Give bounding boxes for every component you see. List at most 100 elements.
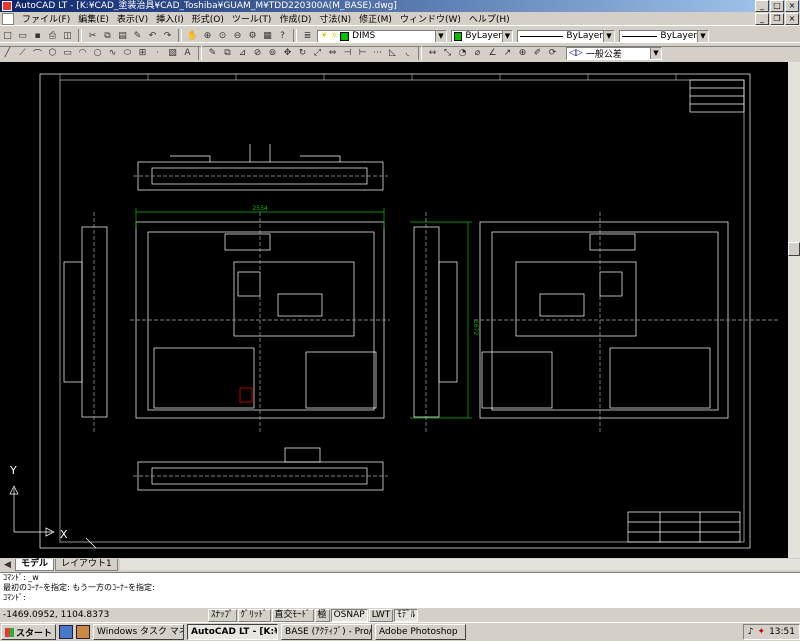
tolerance-icon[interactable]: ⊕ [516,47,529,60]
zoom-previous-icon[interactable]: ⊖ [231,30,244,43]
close-button[interactable]: × [785,0,799,12]
menu-insert[interactable]: 挿入(I) [152,12,188,25]
document-icon[interactable] [2,12,14,25]
vertical-scrollbar[interactable] [788,62,800,558]
open-icon[interactable]: ▭ [16,30,29,43]
chevron-down-icon[interactable]: ▼ [435,30,446,42]
leader-icon[interactable]: ↗ [501,47,514,60]
redo-icon[interactable]: ↷ [161,30,174,43]
array-icon[interactable]: ⊚ [266,47,279,60]
menu-draw[interactable]: 作成(D) [275,12,315,25]
undo-icon[interactable]: ↶ [146,30,159,43]
ellipse-icon[interactable]: ⬭ [121,47,134,60]
match-properties-icon[interactable]: ✎ [131,30,144,43]
print-icon[interactable]: ⎙ [46,30,59,43]
grid-toggle[interactable]: ｸﾞﾘｯﾄﾞ [237,608,271,622]
new-icon[interactable]: □ [1,30,14,43]
task-autocad[interactable]: AutoCAD LT - [K:¥C... [187,624,279,640]
start-button[interactable]: スタート [1,624,57,640]
tab-nav-icon[interactable]: ◀ [1,558,14,571]
command-prompt[interactable]: ｺﾏﾝﾄﾞ: [3,593,800,603]
task-photoshop[interactable]: Adobe Photoshop [375,624,467,640]
polygon-icon[interactable]: ⬡ [46,47,59,60]
polar-toggle[interactable]: 極 [314,608,330,622]
paste-icon[interactable]: ▤ [116,30,129,43]
break-icon[interactable]: ⋯ [371,47,384,60]
copy-object-icon[interactable]: ⧉ [221,47,234,60]
arc-icon[interactable]: ◠ [76,47,89,60]
trim-icon[interactable]: ⊣ [341,47,354,60]
horizontal-scrollbar[interactable] [120,559,800,570]
task-proe[interactable]: BASE (ｱｸﾃｨﾌﾞ) - Pro/E... [281,624,373,640]
tab-model[interactable]: モデル [15,558,55,571]
move-icon[interactable]: ✥ [281,47,294,60]
menu-tools[interactable]: ツール(T) [228,12,276,25]
zoom-realtime-icon[interactable]: ⊕ [201,30,214,43]
lwt-toggle[interactable]: LWT [368,608,394,622]
task-task-manager[interactable]: Windows タスク マネージャ [93,624,185,640]
quick-launch-icon[interactable] [76,625,91,639]
mirror-icon[interactable]: ⊿ [236,47,249,60]
menu-file[interactable]: ファイル(F) [18,12,74,25]
menu-edit[interactable]: 編集(E) [74,12,113,25]
rotate-icon[interactable]: ↻ [296,47,309,60]
drawing-canvas[interactable]: 2534 1672 Y X [0,62,788,558]
scale-icon[interactable]: ⤢ [311,47,324,60]
preview-icon[interactable]: ◫ [61,30,74,43]
scrollbar-thumb[interactable] [788,242,800,256]
dimstyle-dropdown[interactable]: ◁▷ 一般公差 ▼ [566,46,662,60]
menu-window[interactable]: ウィンドウ(W) [396,12,465,25]
design-center-icon[interactable]: ▦ [261,30,274,43]
point-icon[interactable]: · [151,47,164,60]
rectangle-icon[interactable]: ▭ [61,47,74,60]
insert-block-icon[interactable]: ⊞ [136,47,149,60]
menu-view[interactable]: 表示(V) [113,12,152,25]
network-icon[interactable]: ✦ [758,627,766,637]
minimize-button[interactable]: _ [755,0,769,12]
maximize-button[interactable]: □ [770,0,784,12]
extend-icon[interactable]: ⊢ [356,47,369,60]
ortho-toggle[interactable]: 直交ﾓｰﾄﾞ [271,608,314,622]
doc-minimize-button[interactable]: _ [755,12,769,25]
dim-angular-icon[interactable]: ∠ [486,47,499,60]
doc-close-button[interactable]: × [785,12,799,25]
offset-icon[interactable]: ⊘ [251,47,264,60]
erase-icon[interactable]: ✎ [206,47,219,60]
polyline-icon[interactable]: ⌒ [31,47,44,60]
menu-dimension[interactable]: 寸法(N) [315,12,355,25]
chamfer-icon[interactable]: ◺ [386,47,399,60]
spline-icon[interactable]: ∿ [106,47,119,60]
zoom-window-icon[interactable]: ⊙ [216,30,229,43]
chevron-down-icon[interactable]: ▼ [501,30,512,42]
dim-aligned-icon[interactable]: ⤡ [441,47,454,60]
save-icon[interactable]: ▪ [31,30,44,43]
dim-edit-icon[interactable]: ✐ [531,47,544,60]
menu-help[interactable]: ヘルプ(H) [465,12,514,25]
copy-icon[interactable]: ⧉ [101,30,114,43]
tab-layout1[interactable]: レイアウト1 [55,558,118,571]
fillet-icon[interactable]: ◟ [401,47,414,60]
quick-launch-icon[interactable] [59,625,74,639]
dim-linear-icon[interactable]: ↔ [426,47,439,60]
layer-dropdown[interactable]: ☀ ☼ DIMS ▼ [317,29,447,43]
pan-icon[interactable]: ✋ [186,30,199,43]
menu-modify[interactable]: 修正(M) [355,12,396,25]
line-icon[interactable]: ╱ [1,47,14,60]
menu-format[interactable]: 形式(O) [188,12,228,25]
help-icon[interactable]: ? [276,30,289,43]
osnap-toggle[interactable]: OSNAP [330,608,368,622]
dim-update-icon[interactable]: ⟳ [546,47,559,60]
lineweight-dropdown[interactable]: ByLayer ▼ [619,29,709,43]
hatch-icon[interactable]: ▧ [166,47,179,60]
dim-radius-icon[interactable]: ◔ [456,47,469,60]
chevron-down-icon[interactable]: ▼ [697,30,708,42]
stretch-icon[interactable]: ⇔ [326,47,339,60]
chevron-down-icon[interactable]: ▼ [650,47,661,59]
text-icon[interactable]: A [181,47,194,60]
chevron-down-icon[interactable]: ▼ [603,30,614,42]
doc-restore-button[interactable]: ❐ [770,12,784,25]
linetype-dropdown[interactable]: ByLayer ▼ [517,29,615,43]
dim-diameter-icon[interactable]: ⌀ [471,47,484,60]
command-window[interactable]: ｺﾏﾝﾄﾞ: _w 最初のｺｰﾅｰを指定: もう一方のｺｰﾅｰを指定: ｺﾏﾝﾄ… [0,572,800,608]
cut-icon[interactable]: ✂ [86,30,99,43]
